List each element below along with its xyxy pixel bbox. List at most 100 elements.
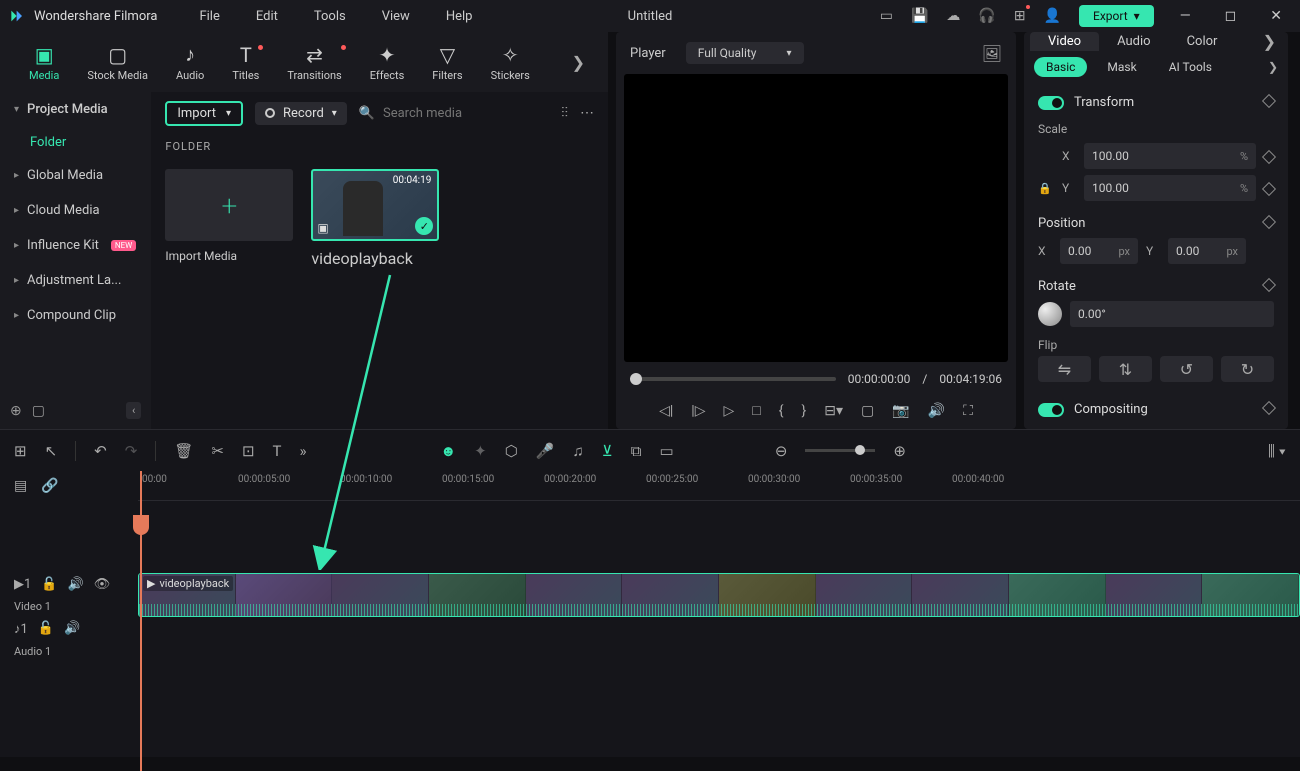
prop-tab-color[interactable]: Color [1169,32,1236,51]
timeline-link-icon[interactable]: 🔗 [41,478,58,494]
export-button[interactable]: Export▾ [1079,5,1154,27]
position-keyframe-icon[interactable] [1264,216,1274,231]
sidebar-influence-kit[interactable]: ▸Influence KitNEW [0,228,151,263]
music-icon[interactable]: ♫ [572,442,583,460]
cloud-icon[interactable]: ☁ [946,8,960,24]
scale-x-keyframe[interactable] [1264,147,1274,166]
flip-horizontal-button[interactable]: ⇋ [1038,356,1091,382]
timeline-layers-icon[interactable]: ▤ [14,478,27,494]
face-icon[interactable]: ☻ [440,442,456,460]
camera-icon[interactable]: 📷 [892,403,909,419]
play-icon[interactable]: ▷ [723,403,734,419]
timeline-clip[interactable]: ▶videoplayback [138,573,1300,617]
mic-icon[interactable]: 🎤 [536,442,555,460]
menu-file[interactable]: File [185,9,233,24]
prev-frame-icon[interactable]: ◁| [659,403,673,419]
lock-icon[interactable]: 🔒 [1038,182,1054,195]
tab-effects[interactable]: ✦Effects [356,43,419,82]
scale-y-keyframe[interactable] [1264,179,1274,198]
device-icon[interactable]: ▭ [880,8,893,24]
transform-toggle[interactable] [1038,96,1064,110]
menu-edit[interactable]: Edit [242,9,292,24]
rotate-input[interactable]: 0.00° [1070,301,1274,327]
audio-lock-icon[interactable]: 🔓 [38,621,54,637]
redo-icon[interactable]: ↷ [125,442,138,460]
maximize-button[interactable]: ◻ [1217,8,1245,24]
menu-tools[interactable]: Tools [300,9,360,24]
more-icon[interactable]: ⋯ [580,105,594,121]
close-button[interactable]: ✕ [1262,8,1290,24]
sidebar-adjustment-layer[interactable]: ▸Adjustment La... [0,263,151,298]
prop-tab-video[interactable]: Video [1030,32,1099,51]
sidebar-project-media[interactable]: ▾Project Media [0,92,151,127]
text-icon[interactable]: T [273,442,282,460]
rotate-dial[interactable] [1038,302,1062,326]
ratio-icon[interactable]: ⊟▾ [824,403,843,419]
audio-mute-icon[interactable]: 🔊 [64,621,80,637]
prop-tab-audio[interactable]: Audio [1099,32,1168,51]
tab-media[interactable]: ▣Media [15,43,73,82]
sidebar-cloud-media[interactable]: ▸Cloud Media [0,193,151,228]
quality-dropdown[interactable]: Full Quality▾ [686,42,804,64]
marker-icon[interactable]: ▭ [659,442,673,460]
menu-view[interactable]: View [368,9,424,24]
import-button[interactable]: Import▾ [165,101,243,126]
cursor-icon[interactable]: ↖ [45,442,58,460]
pos-y-input[interactable]: 0.00px [1168,238,1246,264]
sidebar-folder[interactable]: Folder [0,127,151,158]
folder-icon[interactable]: ▢ [32,403,45,419]
record-button[interactable]: Record▾ [255,102,347,125]
new-folder-icon[interactable]: ⊕ [10,403,22,419]
stop-icon[interactable]: □ [752,402,760,419]
delete-icon[interactable]: 🗑 [174,442,193,460]
zoom-in-icon[interactable]: ⊕ [893,442,906,460]
timeline-ruler[interactable]: 00:00 00:00:05:00 00:00:10:00 00:00:15:0… [138,471,1300,501]
track-lock-icon[interactable]: 🔓 [41,577,57,592]
minimize-button[interactable]: — [1172,8,1199,24]
rotate-cw-button[interactable]: ↻ [1221,356,1274,382]
filter-icon[interactable]: ⫶⫶ [561,105,568,121]
snapshot-icon[interactable]: 🖼 [982,44,1002,63]
grid-icon[interactable]: ⊞ [14,442,27,460]
import-media-card[interactable]: + Import Media [165,169,293,268]
volume-icon[interactable]: 🔊 [928,403,945,419]
headphones-icon[interactable]: 🎧 [978,8,995,24]
more-tools-icon[interactable]: » [299,442,306,460]
tab-filters[interactable]: ▽Filters [418,43,476,82]
undo-icon[interactable]: ↶ [94,442,107,460]
tab-titles[interactable]: TTitles [218,43,273,82]
pos-x-input[interactable]: 0.00px [1060,238,1138,264]
subtab-ai-tools[interactable]: AI Tools [1157,57,1224,77]
playhead[interactable] [140,471,142,771]
zoom-out-icon[interactable]: ⊖ [775,442,788,460]
subtabs-more-icon[interactable]: ❯ [1268,60,1278,74]
link-icon[interactable]: ⧉ [631,442,642,460]
mark-in-icon[interactable]: { [779,403,784,419]
cut-icon[interactable]: ✂ [211,442,224,460]
track-visible-icon[interactable]: 👁 [94,577,111,592]
save-icon[interactable]: 💾 [911,8,928,24]
rotate-keyframe-icon[interactable] [1264,279,1274,294]
mark-out-icon[interactable]: } [801,403,806,419]
zoom-slider[interactable] [805,449,875,452]
user-icon[interactable]: 👤 [1044,8,1061,24]
video-track-1[interactable]: ▶videoplayback [138,571,1300,619]
media-clip-card[interactable]: 00:04:19 ▣ ✓ videoplayback [311,169,439,268]
sidebar-compound-clip[interactable]: ▸Compound Clip [0,298,151,333]
sidebar-global-media[interactable]: ▸Global Media [0,158,151,193]
crop-icon[interactable]: ⊡ [242,442,255,460]
search-input[interactable]: 🔍 [359,106,549,121]
props-more-icon[interactable]: ❯ [1263,32,1282,51]
tabs-more-icon[interactable]: ❯ [564,53,593,72]
tab-stickers[interactable]: ✧Stickers [477,43,544,82]
scrub-bar[interactable] [630,377,836,381]
transform-keyframe-icon[interactable] [1264,95,1274,110]
magnet-icon[interactable]: ⊻ [602,442,613,460]
play-reverse-icon[interactable]: |▷ [691,403,705,419]
compositing-keyframe-icon[interactable] [1264,402,1274,417]
display-icon[interactable]: ▢ [861,403,874,419]
sparkle-icon[interactable]: ✦ [474,442,487,460]
subtab-basic[interactable]: Basic [1034,57,1087,77]
tab-transitions[interactable]: ⇄Transitions [273,43,355,82]
collapse-sidebar-icon[interactable]: ‹ [126,402,141,419]
